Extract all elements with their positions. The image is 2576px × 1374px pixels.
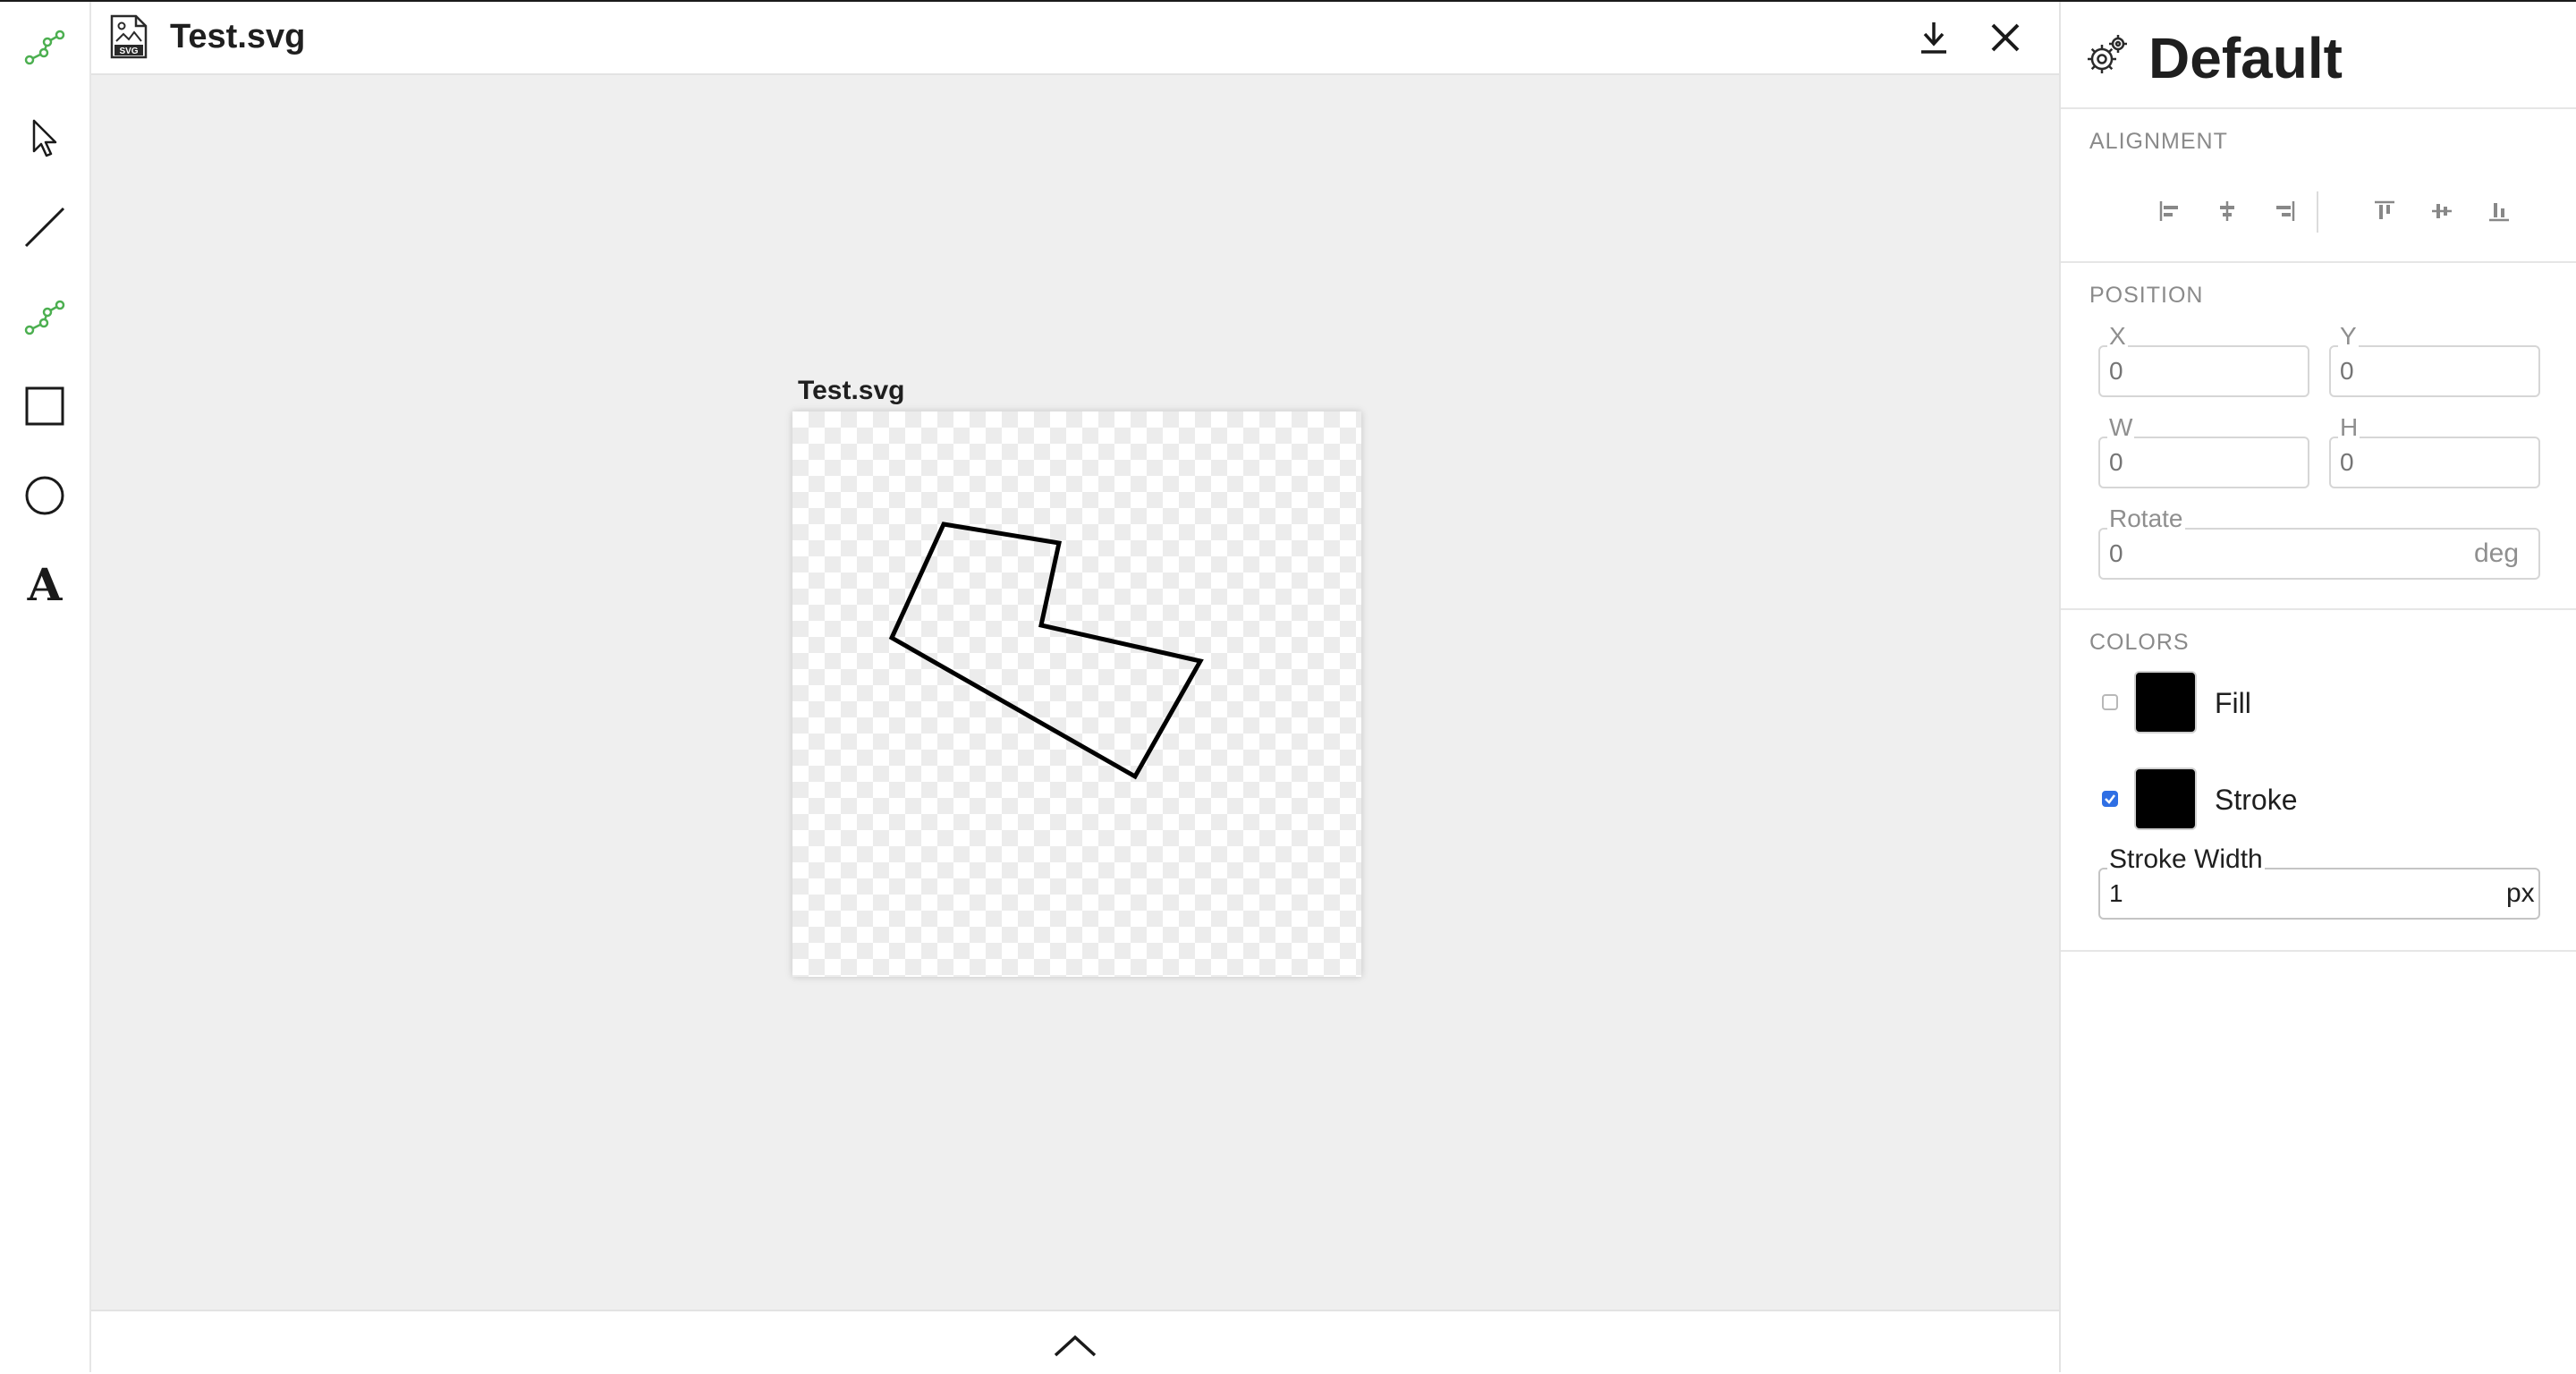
x-input[interactable] bbox=[2098, 345, 2309, 397]
stroke-checkbox[interactable] bbox=[2102, 791, 2118, 807]
w-input[interactable] bbox=[2098, 437, 2309, 488]
align-bottom-icon bbox=[2489, 203, 2509, 222]
align-right-icon bbox=[2276, 201, 2295, 221]
polyline-logo-icon bbox=[18, 20, 72, 73]
polyline-tool-button[interactable] bbox=[18, 290, 72, 344]
align-middle-vertical-button[interactable] bbox=[2419, 188, 2465, 234]
polyline-icon bbox=[24, 300, 65, 335]
align-center-horizontal-icon bbox=[2220, 201, 2234, 221]
line-icon bbox=[24, 207, 65, 248]
align-left-icon bbox=[2159, 201, 2178, 221]
close-icon bbox=[1991, 23, 2020, 52]
position-title: POSITION bbox=[2089, 283, 2204, 308]
line-tool-button[interactable] bbox=[18, 200, 72, 254]
polygon-shape[interactable] bbox=[888, 522, 1204, 780]
align-middle-vertical-icon bbox=[2432, 204, 2452, 218]
stroke-color-swatch[interactable] bbox=[2134, 768, 2197, 830]
stroke-width-input[interactable] bbox=[2098, 868, 2540, 920]
rotate-label: Rotate bbox=[2107, 505, 2185, 533]
gear-icon[interactable] bbox=[2084, 32, 2131, 79]
align-center-horizontal-button[interactable] bbox=[2204, 188, 2250, 234]
rotate-unit: deg bbox=[2474, 539, 2520, 568]
fill-color-swatch[interactable] bbox=[2134, 671, 2197, 734]
alignment-divider bbox=[2317, 191, 2318, 233]
stroke-width-label: Stroke Width bbox=[2107, 844, 2265, 875]
alignment-section: ALIGNMENT bbox=[2061, 109, 2576, 263]
rectangle-tool-button[interactable] bbox=[18, 379, 72, 433]
colors-section: COLORS Fill Stroke Stroke Width px bbox=[2061, 610, 2576, 952]
editor-header: SVG Test.svg bbox=[91, 2, 2059, 75]
align-top-icon bbox=[2375, 200, 2394, 219]
h-input[interactable] bbox=[2329, 437, 2540, 488]
svg-document[interactable] bbox=[792, 411, 1361, 977]
stroke-width-unit: px bbox=[2506, 878, 2535, 908]
bottom-drawer-bar bbox=[91, 1310, 2059, 1374]
expand-drawer-button[interactable] bbox=[1048, 1324, 1102, 1369]
download-icon bbox=[1921, 22, 1946, 54]
document-svg bbox=[888, 522, 1204, 780]
text-tool-button[interactable]: A bbox=[18, 558, 72, 612]
chevron-up-icon bbox=[1054, 1335, 1097, 1357]
drawing-canvas-area[interactable]: Test.svg bbox=[91, 75, 2059, 1310]
circle-icon bbox=[25, 476, 64, 515]
position-section: POSITION X Y W H Rotate deg bbox=[2061, 263, 2576, 610]
stroke-label: Stroke bbox=[2215, 784, 2298, 816]
checkmark-icon bbox=[2105, 794, 2115, 804]
fill-checkbox[interactable] bbox=[2102, 694, 2118, 710]
square-icon bbox=[25, 386, 64, 426]
y-label: Y bbox=[2338, 322, 2359, 351]
document-label: Test.svg bbox=[798, 376, 905, 405]
svg-text:SVG: SVG bbox=[119, 47, 138, 56]
tool-sidebar: A bbox=[0, 2, 91, 1372]
panel-title: Default bbox=[2148, 26, 2343, 90]
select-tool-button[interactable] bbox=[18, 111, 72, 165]
fill-label: Fill bbox=[2215, 687, 2251, 719]
ellipse-tool-button[interactable] bbox=[18, 469, 72, 522]
x-label: X bbox=[2107, 322, 2128, 351]
colors-title: COLORS bbox=[2089, 630, 2190, 655]
text-a-icon: A bbox=[27, 558, 63, 611]
align-top-button[interactable] bbox=[2361, 188, 2408, 234]
download-button[interactable] bbox=[1911, 14, 1957, 61]
h-label: H bbox=[2338, 413, 2360, 442]
align-left-button[interactable] bbox=[2147, 188, 2193, 234]
y-input[interactable] bbox=[2329, 345, 2540, 397]
cursor-arrow-icon bbox=[32, 119, 57, 157]
panel-header: Default bbox=[2061, 2, 2576, 109]
close-button[interactable] bbox=[1982, 14, 2029, 61]
alignment-title: ALIGNMENT bbox=[2089, 129, 2228, 154]
svg-file-icon: SVG bbox=[110, 14, 148, 59]
w-label: W bbox=[2107, 413, 2135, 442]
align-bottom-button[interactable] bbox=[2476, 188, 2522, 234]
file-title: Test.svg bbox=[170, 18, 306, 55]
properties-panel: Default ALIGNMENT POSITION 0 X 0 Y 0 W 0… bbox=[2059, 2, 2576, 1372]
align-right-button[interactable] bbox=[2261, 188, 2308, 234]
